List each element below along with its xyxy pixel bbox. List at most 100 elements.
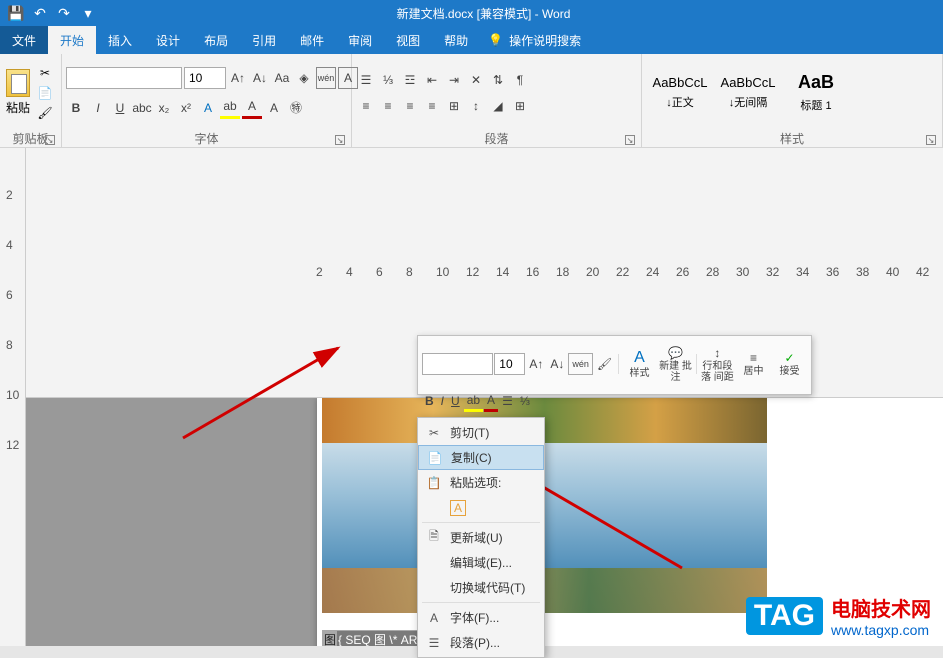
- quick-access-toolbar: 💾 ↶ ↷ ▾: [0, 3, 104, 23]
- font-name-combo[interactable]: [66, 67, 182, 89]
- tab-help[interactable]: 帮助: [432, 26, 480, 54]
- ctx-separator: [422, 522, 540, 523]
- borders-icon[interactable]: ⊞: [510, 95, 530, 117]
- mt-line-spacing-button[interactable]: ↕行和段落 间距: [700, 340, 735, 388]
- ctx-cut[interactable]: ✂剪切(T): [418, 420, 544, 445]
- ctx-edit-field[interactable]: 编辑域(E)...: [418, 550, 544, 575]
- mt-fontname[interactable]: [422, 353, 493, 375]
- style-normal[interactable]: AaBbCcL ↓正文: [647, 65, 713, 121]
- tab-design[interactable]: 设计: [144, 26, 192, 54]
- tab-review[interactable]: 审阅: [336, 26, 384, 54]
- mt-bullets-icon[interactable]: ☰: [499, 390, 516, 412]
- change-case-icon[interactable]: Aa: [272, 67, 292, 89]
- ctx-paste-options[interactable]: 📋粘贴选项:: [418, 470, 544, 495]
- paste-label: 粘贴: [6, 99, 30, 116]
- align-center-icon[interactable]: ≡: [378, 95, 398, 117]
- cut-icon[interactable]: ✂: [34, 64, 56, 82]
- distribute-icon[interactable]: ⊞: [444, 95, 464, 117]
- save-icon[interactable]: 💾: [6, 3, 26, 23]
- vertical-ruler[interactable]: 2 4 6 8 10 12: [0, 148, 26, 646]
- shading-icon[interactable]: ◢: [488, 95, 508, 117]
- clear-format-icon[interactable]: ◈: [294, 67, 314, 89]
- char-shading-icon[interactable]: A: [264, 97, 284, 119]
- styles-group-label: 样式: [780, 130, 804, 147]
- tab-mailings[interactable]: 邮件: [288, 26, 336, 54]
- ctx-copy[interactable]: 📄复制(C): [418, 445, 544, 470]
- vruler-mark: 12: [6, 438, 19, 452]
- mt-italic-button[interactable]: I: [438, 390, 447, 412]
- phonetic-icon[interactable]: wén: [316, 67, 336, 89]
- mt-numbering-icon[interactable]: ⅓: [517, 390, 533, 412]
- enclose-char-icon[interactable]: ㊕: [286, 97, 306, 119]
- sort-icon[interactable]: ⇅: [488, 69, 508, 91]
- ctx-paragraph[interactable]: ☰段落(P)...: [418, 630, 544, 655]
- ctx-paste-option-keeptext[interactable]: A: [418, 495, 544, 520]
- shrink-font-icon[interactable]: A↓: [250, 67, 270, 89]
- tab-insert[interactable]: 插入: [96, 26, 144, 54]
- mt-shrink-font-icon[interactable]: A↓: [547, 353, 567, 375]
- tab-layout[interactable]: 布局: [192, 26, 240, 54]
- ribbon-tabs: 文件 开始 插入 设计 布局 引用 邮件 审阅 视图 帮助 💡 操作说明搜索: [0, 26, 943, 54]
- mt-bold-button[interactable]: B: [422, 390, 437, 412]
- tab-view[interactable]: 视图: [384, 26, 432, 54]
- line-spacing-icon[interactable]: ↕: [466, 95, 486, 117]
- clipboard-launcher[interactable]: ↘: [45, 135, 55, 145]
- subscript-button[interactable]: x₂: [154, 97, 174, 119]
- tab-file[interactable]: 文件: [0, 26, 48, 54]
- style-nospacing[interactable]: AaBbCcL ↓无间隔: [715, 65, 781, 121]
- paste-icon: [6, 69, 30, 97]
- align-right-icon[interactable]: ≡: [400, 95, 420, 117]
- vruler-mark: 10: [6, 388, 19, 402]
- mt-font-color-icon[interactable]: A: [484, 390, 498, 412]
- mt-accept-label: 接受: [779, 366, 799, 377]
- grow-font-icon[interactable]: A↑: [228, 67, 248, 89]
- format-painter-icon[interactable]: 🖌: [34, 104, 56, 122]
- mt-fontsize[interactable]: 10: [494, 353, 525, 375]
- multilevel-icon[interactable]: ☲: [400, 69, 420, 91]
- superscript-button[interactable]: x²: [176, 97, 196, 119]
- paste-button[interactable]: 粘贴: [4, 67, 32, 118]
- ctx-update-field[interactable]: 🗎更新域(U): [418, 525, 544, 550]
- decrease-indent-icon[interactable]: ⇤: [422, 69, 442, 91]
- highlight-icon[interactable]: ab: [220, 97, 240, 119]
- redo-icon[interactable]: ↷: [54, 3, 74, 23]
- copy-icon[interactable]: 📄: [34, 84, 56, 102]
- tab-home[interactable]: 开始: [48, 26, 96, 54]
- mt-accept-button[interactable]: ✓接受: [772, 340, 807, 388]
- caption-prefix: 图: [323, 631, 337, 647]
- mt-center-button[interactable]: ≡居中: [736, 340, 771, 388]
- mt-underline-button[interactable]: U: [448, 390, 463, 412]
- ctx-font[interactable]: A字体(F)...: [418, 605, 544, 630]
- text-direction-icon[interactable]: ✕: [466, 69, 486, 91]
- increase-indent-icon[interactable]: ⇥: [444, 69, 464, 91]
- mt-phonetic-icon[interactable]: wén: [568, 353, 593, 375]
- style-heading1[interactable]: AaB 标题 1: [783, 65, 849, 121]
- tell-me[interactable]: 💡 操作说明搜索: [488, 32, 581, 49]
- watermark-line2: www.tagxp.com: [831, 622, 929, 638]
- ctx-toggle-field[interactable]: 切换域代码(T): [418, 575, 544, 600]
- italic-button[interactable]: I: [88, 97, 108, 119]
- bold-button[interactable]: B: [66, 97, 86, 119]
- align-left-icon[interactable]: ≡: [356, 95, 376, 117]
- mt-highlight-icon[interactable]: ab: [464, 390, 483, 412]
- text-effects-icon[interactable]: A: [198, 97, 218, 119]
- font-color-icon[interactable]: A: [242, 97, 262, 119]
- mt-format-painter-icon[interactable]: 🖌: [594, 353, 615, 375]
- strike-button[interactable]: abc: [132, 97, 152, 119]
- font-launcher[interactable]: ↘: [335, 135, 345, 145]
- mt-styles-button[interactable]: A样式: [622, 340, 657, 388]
- undo-icon[interactable]: ↶: [30, 3, 50, 23]
- mt-new-comment-button[interactable]: 💬新建 批注: [658, 340, 693, 388]
- underline-button[interactable]: U: [110, 97, 130, 119]
- bullets-icon[interactable]: ☰: [356, 69, 376, 91]
- show-marks-icon[interactable]: ¶: [510, 69, 530, 91]
- context-menu: ✂剪切(T) 📄复制(C) 📋粘贴选项: A 🗎更新域(U) 编辑域(E)...…: [417, 417, 545, 658]
- paragraph-launcher[interactable]: ↘: [625, 135, 635, 145]
- justify-icon[interactable]: ≡: [422, 95, 442, 117]
- styles-launcher[interactable]: ↘: [926, 135, 936, 145]
- font-size-combo[interactable]: 10: [184, 67, 226, 89]
- tab-references[interactable]: 引用: [240, 26, 288, 54]
- numbering-icon[interactable]: ⅓: [378, 69, 398, 91]
- qat-more-icon[interactable]: ▾: [78, 3, 98, 23]
- mt-grow-font-icon[interactable]: A↑: [526, 353, 546, 375]
